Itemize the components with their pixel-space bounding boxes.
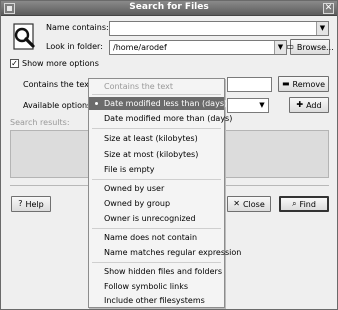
window-title: Search for Files — [129, 2, 209, 12]
menu-item-follow-symlinks[interactable]: Follow symbolic links — [89, 280, 224, 293]
menu-item-file-is-empty[interactable]: File is empty — [89, 163, 224, 176]
close-window-icon[interactable]: ✕ — [323, 3, 334, 14]
remove-button[interactable]: ▬ Remove — [278, 76, 329, 92]
remove-icon: ▬ — [281, 79, 290, 88]
available-options-menu: Contains the text Date modified less tha… — [88, 78, 241, 308]
menu-divider — [92, 128, 221, 129]
menu-item-date-modified-more[interactable]: Date modified more than (days) — [89, 112, 232, 125]
menu-item-size-at-most[interactable]: Size at most (kilobytes) — [89, 148, 224, 161]
search-results-label: Search results: — [10, 118, 70, 127]
menu-item-owned-by-group[interactable]: Owned by group — [89, 197, 224, 210]
help-button[interactable]: ? Help — [11, 196, 51, 212]
plus-icon: ✚ — [296, 100, 304, 109]
menu-item-date-modified-less[interactable]: Date modified less than (days) — [89, 97, 227, 110]
menu-item-owner-unrecognized[interactable]: Owner is unrecognized — [89, 212, 224, 225]
name-contains-label: Name contains: — [46, 23, 109, 32]
browse-button[interactable]: ▭ Browse... — [286, 39, 334, 55]
menu-divider — [92, 179, 221, 180]
chevron-down-icon[interactable]: ▼ — [256, 99, 268, 112]
menu-item-size-at-least[interactable]: Size at least (kilobytes) — [89, 132, 224, 145]
find-button[interactable]: ⌕ Find — [279, 196, 329, 212]
look-in-folder-label: Look in folder: — [46, 42, 103, 51]
title-bar: Search for Files ✕ — [1, 1, 337, 16]
available-options-label: Available options: — [23, 101, 94, 110]
menu-item-include-other-fs[interactable]: Include other filesystems — [89, 294, 224, 307]
available-options-combo[interactable]: ▼ — [227, 98, 269, 113]
folder-value: /home/arodef — [113, 43, 167, 52]
menu-divider — [92, 94, 221, 95]
folder-icon: ▭ — [286, 42, 294, 51]
name-contains-field[interactable]: ▼ — [109, 21, 329, 36]
folder-combo[interactable]: /home/arodef ▼ — [109, 40, 287, 55]
show-more-options-checkbox[interactable]: ✓ — [10, 59, 19, 68]
search-icon: ⌕ — [292, 199, 297, 208]
menu-item-name-not-contain[interactable]: Name does not contain — [89, 231, 224, 244]
contains-text-input[interactable] — [227, 77, 272, 92]
add-button[interactable]: ✚ Add — [289, 97, 329, 113]
contains-text-label: Contains the text: — [23, 80, 95, 89]
menu-item-owned-by-user[interactable]: Owned by user — [89, 182, 224, 195]
menu-divider — [92, 228, 221, 229]
menu-divider — [92, 262, 221, 263]
menu-item-show-hidden[interactable]: Show hidden files and folders — [89, 265, 224, 278]
search-file-icon — [10, 23, 38, 51]
chevron-down-icon[interactable]: ▼ — [274, 41, 286, 54]
help-icon: ? — [18, 199, 23, 208]
chevron-down-icon[interactable]: ▼ — [316, 22, 328, 35]
menu-item-contains-text: Contains the text — [104, 82, 174, 91]
show-more-options-label: Show more options — [22, 59, 99, 68]
close-button[interactable]: ✕ Close — [227, 196, 271, 212]
close-icon: ✕ — [233, 199, 240, 208]
menu-item-name-matches-regex[interactable]: Name matches regular expression — [89, 246, 241, 259]
